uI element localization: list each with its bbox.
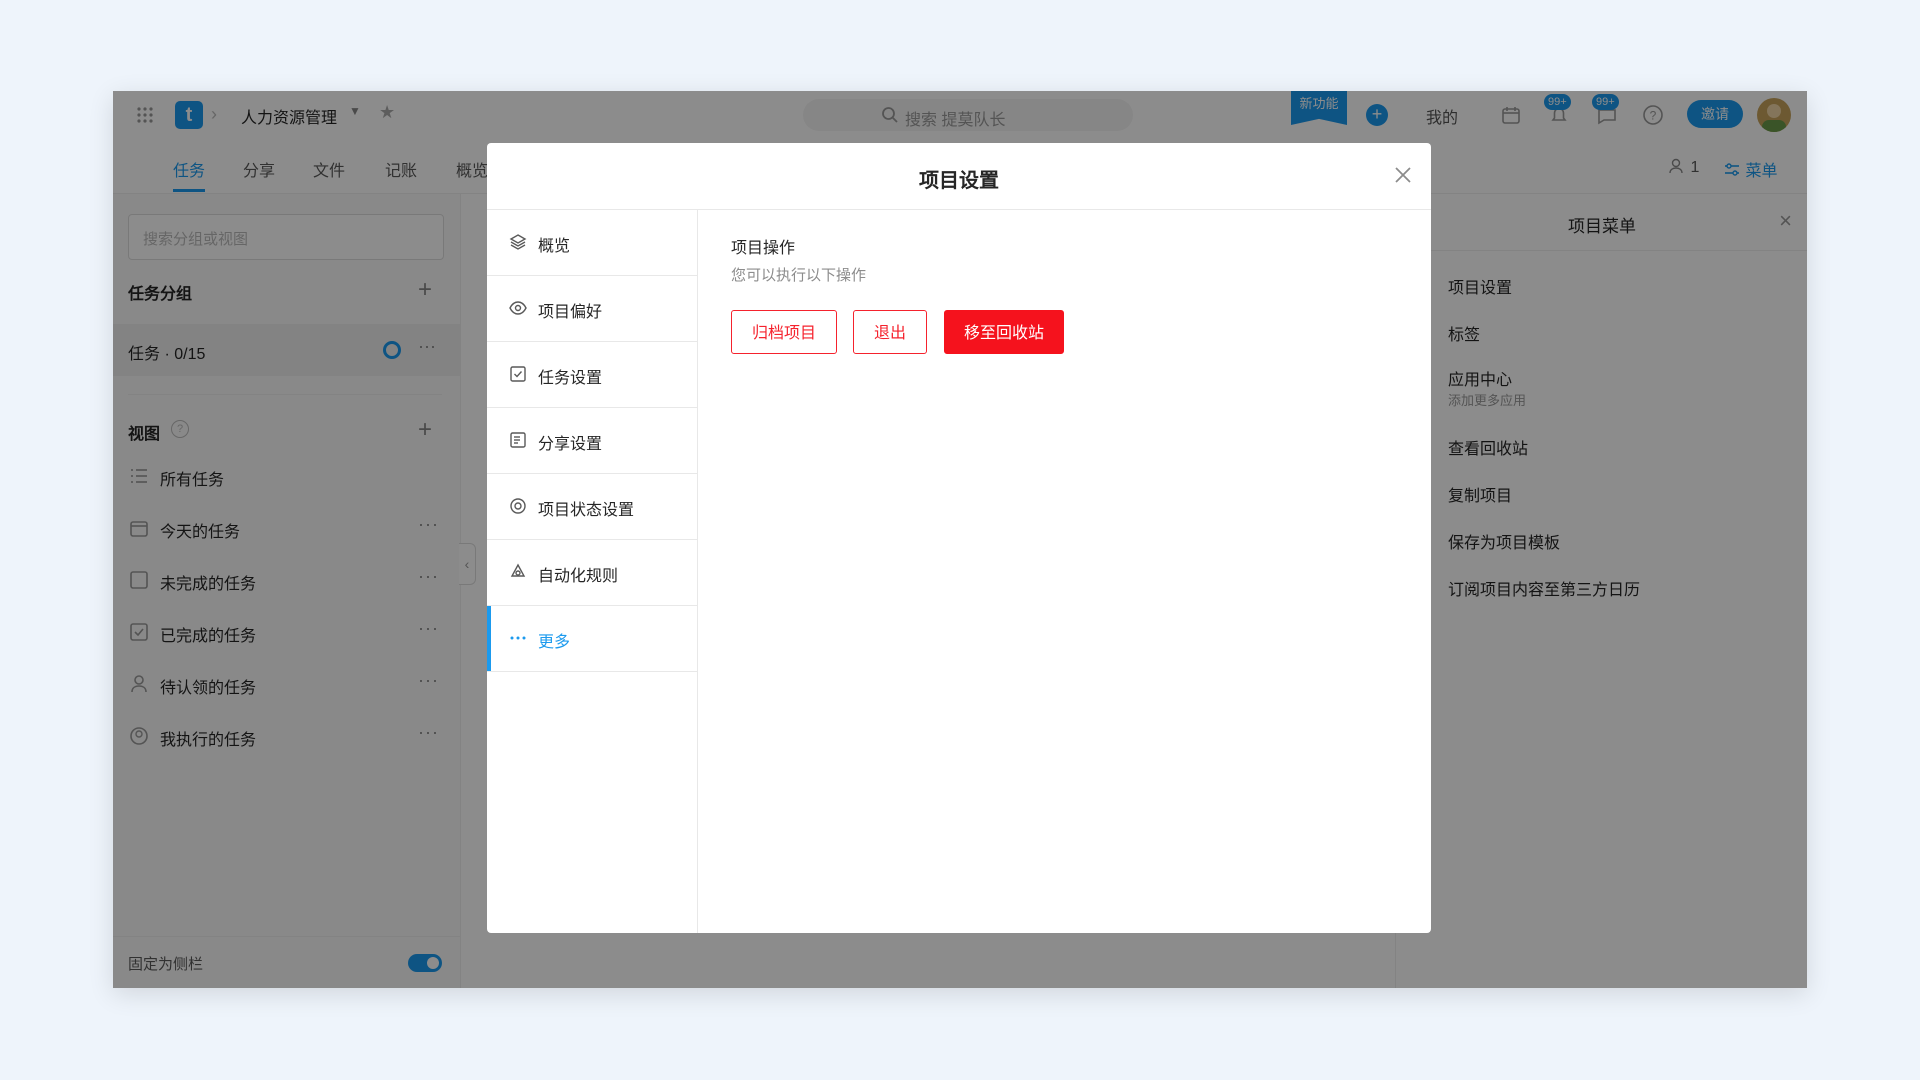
nav-item-label: 任务设置 <box>538 370 603 387</box>
layers-icon <box>509 234 527 250</box>
nav-item-share-settings[interactable]: 分享设置 <box>487 408 697 474</box>
modal-title: 项目设置 <box>919 170 999 192</box>
nav-item-overview[interactable]: 概览 <box>487 210 697 276</box>
archive-project-button[interactable]: 归档项目 <box>731 310 837 354</box>
quit-project-button[interactable]: 退出 <box>853 310 927 354</box>
modal-header: 项目设置 <box>487 143 1431 210</box>
more-icon <box>510 636 526 640</box>
nav-item-preferences[interactable]: 项目偏好 <box>487 276 697 342</box>
nav-item-automation[interactable]: 自动化规则 <box>487 540 697 606</box>
nav-item-label: 项目状态设置 <box>538 502 635 519</box>
section-title: 项目操作 <box>731 240 796 257</box>
section-description: 您可以执行以下操作 <box>731 267 867 284</box>
settings-nav: 概览 项目偏好 任务设置 分享设置 项目状态设置 自动化规则 更多 <box>487 210 698 933</box>
status-icon <box>510 498 526 514</box>
project-settings-modal: 项目设置 概览 项目偏好 任务设置 分享设置 项目状态设置 自动化规则 更多 项… <box>487 143 1431 933</box>
share-doc-icon <box>510 432 526 448</box>
close-icon[interactable] <box>1391 163 1415 187</box>
settings-content: 项目操作 您可以执行以下操作 归档项目 退出 移至回收站 <box>698 210 1431 933</box>
nav-item-label: 分享设置 <box>538 436 603 453</box>
nav-item-label: 更多 <box>538 634 571 651</box>
nav-item-label: 项目偏好 <box>538 304 603 321</box>
nav-item-label: 自动化规则 <box>538 568 619 585</box>
nav-item-more[interactable]: 更多 <box>487 606 697 672</box>
nav-item-label: 概览 <box>538 238 571 255</box>
nav-item-task-settings[interactable]: 任务设置 <box>487 342 697 408</box>
automation-icon <box>510 563 526 577</box>
task-check-icon <box>510 366 526 382</box>
eye-icon <box>509 301 527 315</box>
nav-item-status-settings[interactable]: 项目状态设置 <box>487 474 697 540</box>
move-to-trash-button[interactable]: 移至回收站 <box>944 310 1064 354</box>
